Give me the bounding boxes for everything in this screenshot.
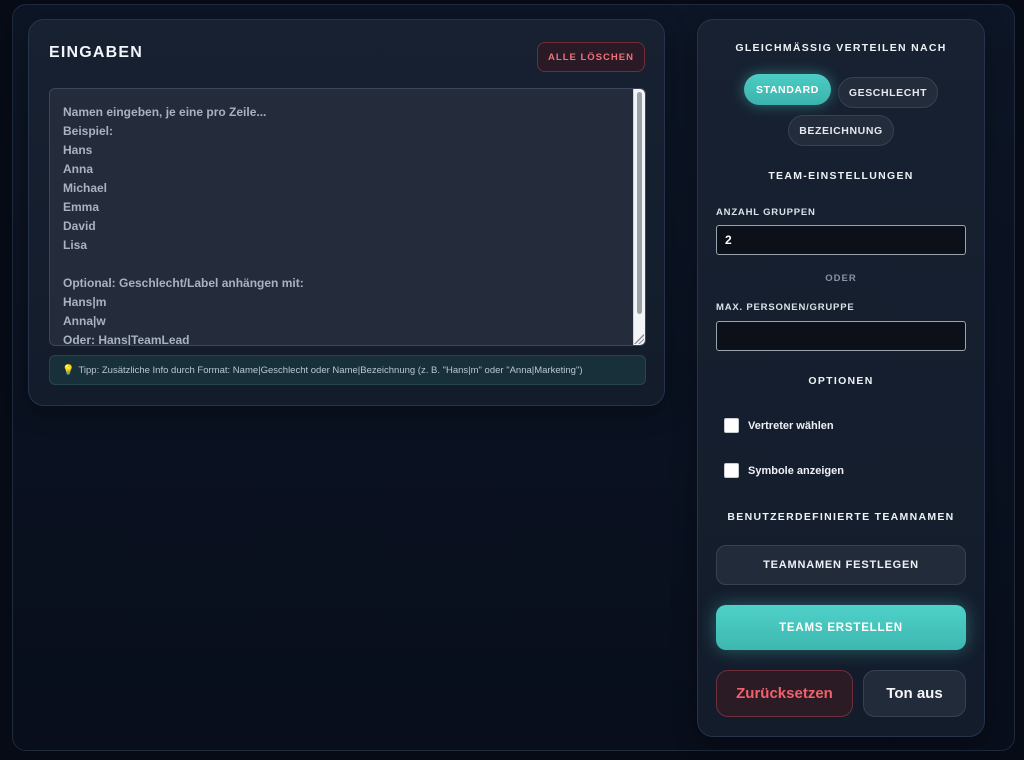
representative-checkbox[interactable] xyxy=(724,418,739,433)
input-panel-title: EINGABEN xyxy=(49,44,144,61)
representative-option[interactable]: Vertreter wählen xyxy=(724,418,834,433)
settings-panel: GLEICHMÄSSIG VERTEILEN NACH STANDARD GES… xyxy=(697,19,985,737)
textarea-scrollbar[interactable] xyxy=(633,89,645,345)
representative-label: Vertreter wählen xyxy=(748,419,834,432)
distribute-heading: GLEICHMÄSSIG VERTEILEN NACH xyxy=(735,42,947,54)
groups-count-input[interactable] xyxy=(716,225,966,255)
symbols-option[interactable]: Symbole anzeigen xyxy=(724,463,844,478)
sound-toggle-button[interactable]: Ton aus xyxy=(863,670,966,717)
distribute-gender-button[interactable]: GESCHLECHT xyxy=(838,77,938,108)
tip-box: 💡 Tipp: Zusätzliche Info durch Format: N… xyxy=(49,355,646,385)
symbols-label: Symbole anzeigen xyxy=(748,464,844,477)
set-team-names-button[interactable]: TEAMNAMEN FESTLEGEN xyxy=(716,545,966,585)
input-panel: EINGABEN ALLE LÖSCHEN Namen eingeben, je… xyxy=(28,19,665,406)
names-textarea[interactable]: Namen eingeben, je eine pro Zeile... Bei… xyxy=(49,88,646,346)
options-heading: OPTIONEN xyxy=(808,375,874,387)
reset-button[interactable]: Zurücksetzen xyxy=(716,670,853,717)
textarea-scrollbar-thumb[interactable] xyxy=(637,92,642,314)
create-teams-button[interactable]: TEAMS ERSTELLEN xyxy=(716,605,966,650)
lightbulb-icon: 💡 xyxy=(62,364,75,376)
max-persons-label: MAX. PERSONEN/GRUPPE xyxy=(716,302,855,313)
custom-names-heading: BENUTZERDEFINIERTE TEAMNAMEN xyxy=(727,511,955,523)
clear-all-button[interactable]: ALLE LÖSCHEN xyxy=(537,42,645,72)
tip-text: Tipp: Zusätzliche Info durch Format: Nam… xyxy=(78,364,583,376)
groups-count-label: ANZAHL GRUPPEN xyxy=(716,207,816,218)
distribute-standard-button[interactable]: STANDARD xyxy=(744,74,831,105)
max-persons-input[interactable] xyxy=(716,321,966,351)
or-separator: ODER xyxy=(825,273,857,284)
symbols-checkbox[interactable] xyxy=(724,463,739,478)
textarea-resize-handle[interactable] xyxy=(634,334,644,344)
names-textarea-placeholder: Namen eingeben, je eine pro Zeile... Bei… xyxy=(63,105,304,346)
distribute-label-button[interactable]: BEZEICHNUNG xyxy=(788,115,894,146)
team-settings-heading: TEAM-EINSTELLUNGEN xyxy=(768,170,914,182)
